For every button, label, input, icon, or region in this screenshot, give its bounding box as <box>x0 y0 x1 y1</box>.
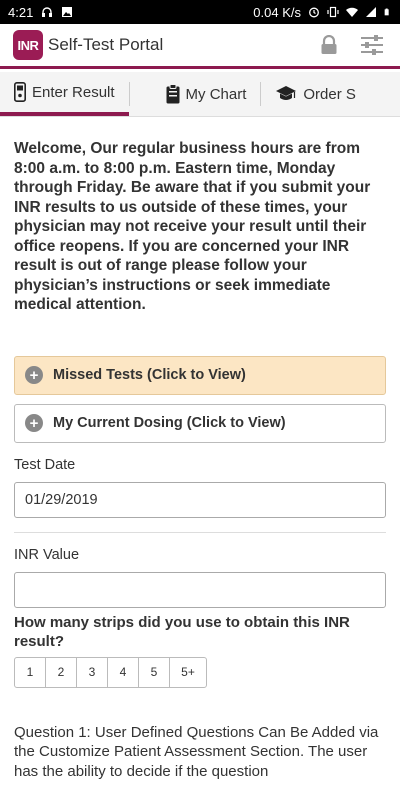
status-bar: 4:21 0.04 K/s <box>0 0 400 24</box>
status-time: 4:21 <box>8 4 34 20</box>
tab-label: Order S <box>303 85 356 103</box>
missed-tests-toggle[interactable]: + Missed Tests (Click to View) <box>14 355 386 395</box>
app-logo: INR <box>13 30 43 60</box>
plus-circle-icon: + <box>25 366 43 384</box>
current-dosing-toggle[interactable]: + My Current Dosing (Click to View) <box>14 403 386 443</box>
sliders-icon[interactable] <box>360 34 384 56</box>
test-date-label: Test Date <box>14 456 76 473</box>
tab-my-chart[interactable]: My Chart <box>130 72 261 116</box>
tab-bar: Enter Result My Chart Order S <box>0 72 400 117</box>
vibrate-icon <box>327 6 339 18</box>
welcome-message: Welcome, Our regular business hours are … <box>14 140 371 313</box>
strip-option-2[interactable]: 2 <box>45 656 77 688</box>
graduation-cap-icon <box>276 86 297 100</box>
strip-option-5[interactable]: 5 <box>138 656 170 688</box>
clipboard-icon <box>166 84 180 104</box>
wifi-icon <box>346 7 358 17</box>
inr-value-label: INR Value <box>14 546 80 563</box>
alarm-icon <box>309 7 319 18</box>
tab-order-supplies[interactable]: Order S <box>261 72 370 116</box>
question-1: Question 1: User Defined Questions Can B… <box>14 723 379 780</box>
strip-option-5-plus[interactable]: 5+ <box>169 656 207 688</box>
accordion: + Missed Tests (Click to View) + My Curr… <box>14 355 386 443</box>
strips-question: How many strips did you use to obtain th… <box>14 613 350 650</box>
meter-icon <box>14 82 26 102</box>
accordion-label: Missed Tests (Click to View) <box>53 367 246 383</box>
headphones-icon <box>42 7 53 17</box>
plus-circle-icon: + <box>25 414 43 432</box>
app-title: Self-Test Portal <box>48 35 164 54</box>
strip-option-4[interactable]: 4 <box>107 656 139 688</box>
lock-icon[interactable] <box>320 35 338 55</box>
test-date-field[interactable]: 01/29/2019 <box>14 481 386 518</box>
accordion-label: My Current Dosing (Click to View) <box>53 415 286 431</box>
tab-label: Enter Result <box>32 83 115 101</box>
strips-button-group: 1 2 3 4 5 5+ <box>14 656 386 688</box>
inr-value-field[interactable] <box>14 571 386 608</box>
tab-enter-result[interactable]: Enter Result <box>0 72 129 116</box>
strip-option-1[interactable]: 1 <box>14 656 46 688</box>
divider <box>14 531 386 533</box>
test-date-value: 01/29/2019 <box>25 491 98 508</box>
image-icon <box>62 7 73 17</box>
tab-label: My Chart <box>185 85 247 103</box>
battery-icon <box>384 8 389 16</box>
signal-icon <box>366 7 376 17</box>
main-content: Welcome, Our regular business hours are … <box>0 117 400 800</box>
strip-option-3[interactable]: 3 <box>76 656 108 688</box>
network-speed: 0.04 K/s <box>253 4 301 20</box>
app-bar: INR Self-Test Portal <box>0 24 400 69</box>
